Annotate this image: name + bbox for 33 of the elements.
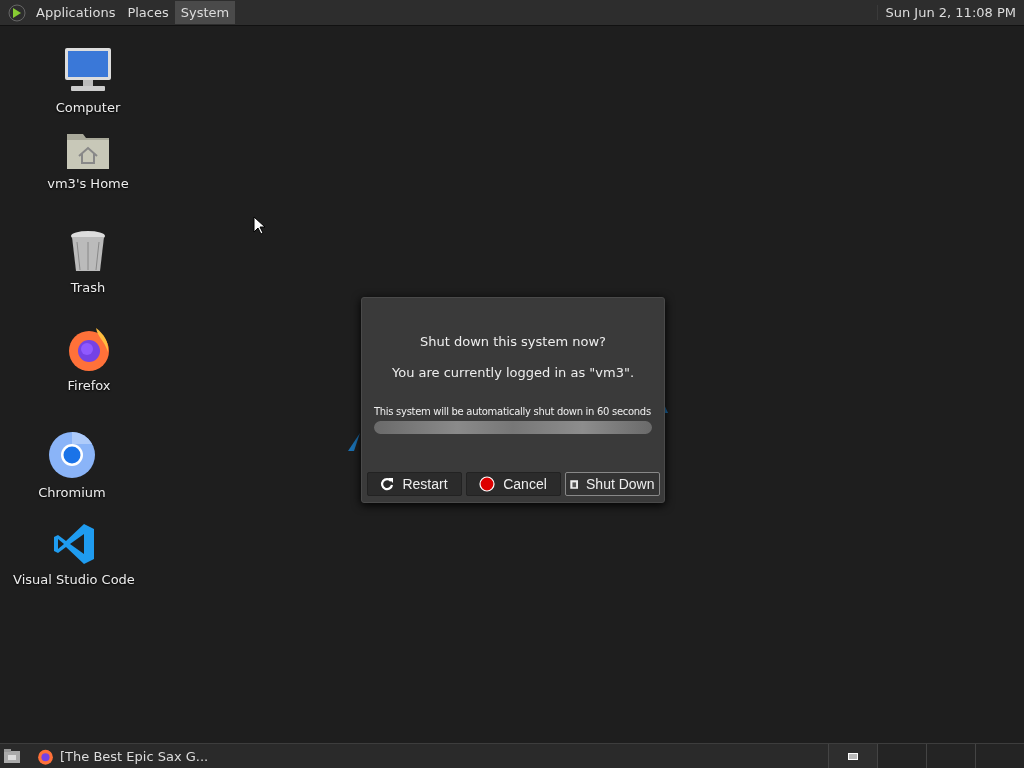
menu-item[interactable]: Places: [121, 1, 175, 24]
menu-item[interactable]: Applications: [30, 1, 122, 24]
icon-label[interactable]: Firefox: [67, 378, 111, 393]
icon-label[interactable]: Visual Studio Code: [13, 572, 135, 587]
computer-icon: [63, 46, 113, 94]
icon-label[interactable]: Computer: [55, 100, 121, 115]
icon-label[interactable]: Chromium: [38, 485, 106, 500]
window-thumbnail-icon: [848, 752, 858, 760]
login-message: You are currently logged in as "vm3".: [391, 365, 635, 380]
app-menu-icon[interactable]: [8, 3, 26, 22]
firefox-icon: [37, 747, 54, 765]
dialog-question: Shut down this system now?: [420, 334, 606, 349]
icon-label[interactable]: Trash: [70, 280, 106, 295]
firefox-icon: [66, 326, 112, 372]
workspace-switcher[interactable]: [926, 744, 975, 768]
show-desktop-icon[interactable]: [3, 748, 21, 764]
code-editor-icon: [52, 522, 96, 566]
cancel-button[interactable]: Cancel: [465, 472, 561, 496]
taskbar-window[interactable]: [The Best Epic Sax G...: [31, 744, 215, 768]
workspace-switcher[interactable]: [877, 744, 926, 768]
countdown-text: This system will be automatically shut down in 60 seconds: [373, 406, 652, 417]
workspace-switcher[interactable]: [828, 744, 877, 768]
chromium-icon: [48, 431, 96, 479]
workspace-switcher[interactable]: [975, 744, 1024, 768]
clock[interactable]: Sun Jun 2, 11:08 PM: [876, 5, 1024, 20]
shutdown-button[interactable]: Shut Down: [564, 472, 660, 496]
refresh-icon: [380, 477, 395, 491]
pointer-icon: [253, 216, 265, 235]
stop-icon: [479, 476, 496, 492]
menu-item[interactable]: System: [174, 1, 236, 24]
trash-icon: [69, 230, 107, 274]
restart-button[interactable]: Restart: [366, 472, 462, 496]
icon-label[interactable]: vm3's Home: [47, 176, 129, 191]
